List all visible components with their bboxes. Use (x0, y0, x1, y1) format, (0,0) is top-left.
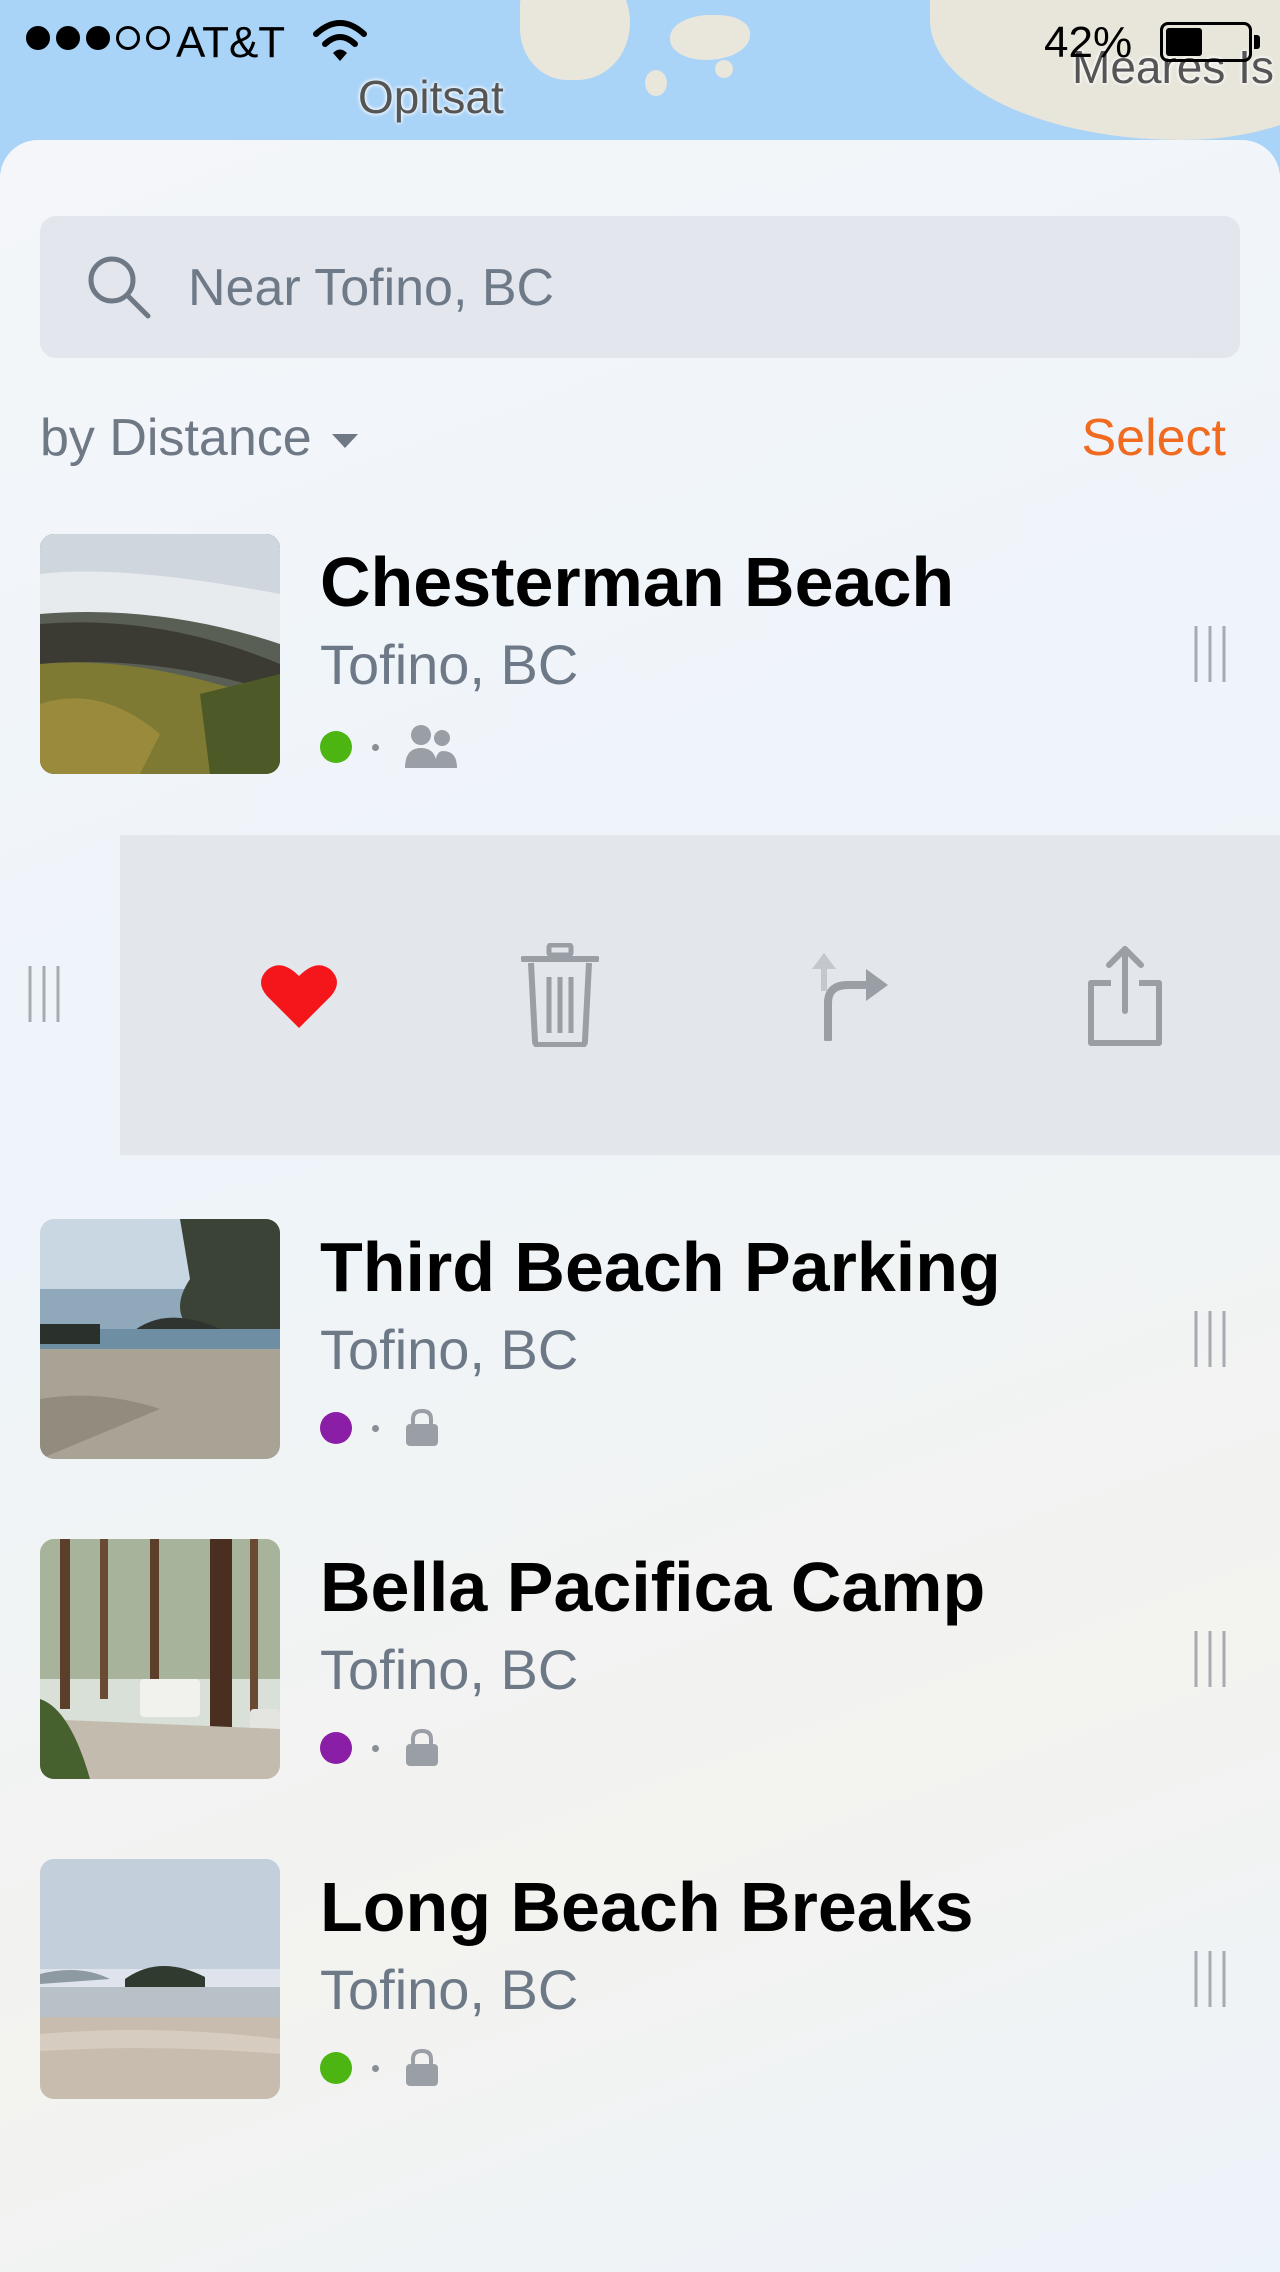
status-dot-green (320, 2052, 352, 2084)
list-item[interactable]: Chesterman Beach Tofino, BC (0, 534, 1280, 774)
battery-icon (1160, 22, 1260, 62)
directions-icon (812, 953, 888, 1041)
list-item[interactable]: Third Beach Parking Tofino, BC (0, 1219, 1280, 1459)
place-meta (320, 2049, 439, 2087)
battery-percent: 42% (1044, 18, 1133, 67)
separator-dot (372, 1424, 379, 1432)
favorite-button[interactable] (244, 935, 354, 1055)
chevron-down-icon (331, 434, 358, 448)
status-dot-purple (320, 1732, 352, 1764)
lock-icon (406, 2049, 438, 2086)
place-thumbnail (40, 1219, 280, 1459)
separator-dot (372, 1744, 379, 1752)
place-meta (320, 724, 457, 770)
list-item[interactable]: Long Beach Breaks Tofino, BC (0, 1859, 1280, 2099)
place-name: Bella Pacifica Camp (320, 1548, 986, 1626)
place-meta (320, 1409, 439, 1447)
status-dot-green (320, 731, 352, 763)
place-location: Tofino, BC (320, 1638, 579, 1701)
signal-strength-icon (26, 26, 170, 50)
lock-icon (406, 1409, 438, 1446)
place-thumbnail (40, 534, 280, 774)
place-name: Chesterman Beach (320, 543, 955, 621)
carrier-name: AT&T (176, 18, 286, 67)
heart-icon (261, 965, 337, 1028)
drag-handle-icon[interactable] (1192, 1311, 1228, 1367)
place-meta (320, 1729, 439, 1767)
drag-handle-icon[interactable] (1192, 626, 1228, 682)
status-bar: AT&T 42% (0, 0, 1280, 84)
place-thumbnail (40, 1539, 280, 1779)
drag-handle-icon[interactable] (26, 966, 62, 1022)
directions-button[interactable] (795, 935, 905, 1055)
search-bar[interactable]: Near Tofino, BC (40, 216, 1240, 358)
sort-dropdown[interactable]: by Distance (40, 408, 358, 468)
wifi-icon (313, 20, 367, 61)
trash-icon (521, 943, 599, 1047)
drag-handle-icon[interactable] (1192, 1631, 1228, 1687)
sort-label: by Distance (40, 409, 312, 467)
search-icon (88, 256, 151, 319)
status-dot-purple (320, 1412, 352, 1444)
lock-icon (406, 1729, 438, 1766)
place-location: Tofino, BC (320, 1318, 579, 1381)
place-location: Tofino, BC (320, 1958, 579, 2021)
search-input[interactable]: Near Tofino, BC (188, 258, 554, 318)
share-icon (1088, 946, 1162, 1046)
separator-dot (372, 743, 379, 751)
group-icon (405, 725, 457, 768)
places-sheet: Near Tofino, BC by Distance Select Chest… (0, 140, 1280, 2272)
share-button[interactable] (1070, 935, 1180, 1055)
select-button[interactable]: Select (1081, 408, 1226, 468)
place-name: Third Beach Parking (320, 1228, 1001, 1306)
list-item[interactable]: Bella Pacifica Camp Tofino, BC (0, 1539, 1280, 1779)
place-name: Long Beach Breaks (320, 1868, 974, 1946)
separator-dot (372, 2064, 379, 2072)
delete-button[interactable] (505, 935, 615, 1055)
drag-handle-icon[interactable] (1192, 1951, 1228, 2007)
swipe-action-bar (120, 835, 1280, 1155)
place-thumbnail (40, 1859, 280, 2099)
place-location: Tofino, BC (320, 633, 579, 696)
